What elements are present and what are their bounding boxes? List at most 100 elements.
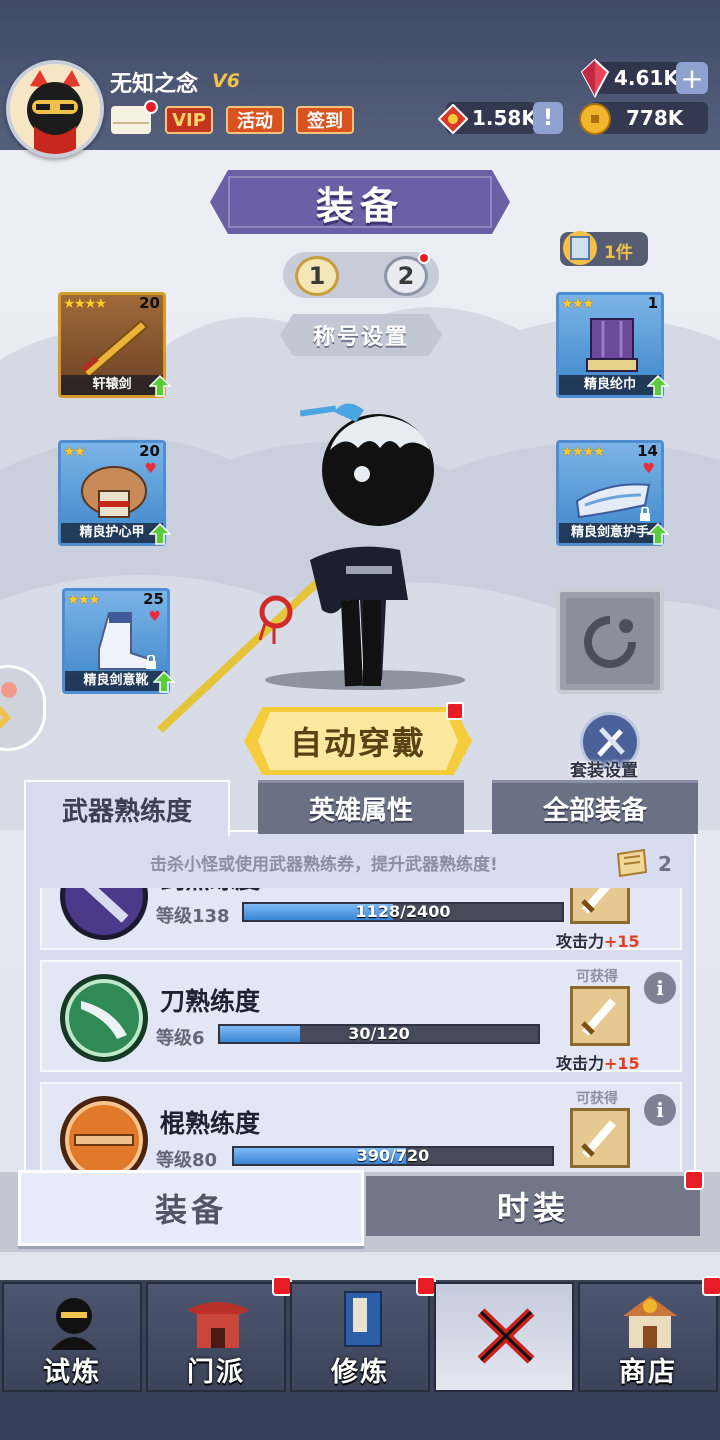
boots-stars: ★★★ [67, 592, 101, 608]
staff-mastery-icon [60, 1096, 148, 1176]
mastery-progress-bar: 390/720 [232, 1146, 554, 1166]
shop-icon [623, 1296, 677, 1348]
vip-level-badge: V6 [212, 70, 240, 92]
mastery-row-blade[interactable]: 刀熟练度 等级6 30/120 可获得 i 攻击力+15 [40, 960, 682, 1073]
scroll-icon [563, 231, 597, 265]
tab-all-equipment[interactable]: 全部装备 [492, 780, 698, 834]
player-name: 无知之念 [110, 72, 199, 97]
mastery-progress-text: 30/120 [348, 1024, 410, 1043]
mastery-level: 等级80 [156, 1150, 218, 1171]
mastery-level: 等级138 [156, 906, 230, 927]
set-setting-label: 套装设置 [570, 761, 638, 781]
event-button[interactable]: 活动 [226, 106, 284, 134]
mail-notification-dot [144, 100, 158, 114]
mastery-attack-bonus: 攻击力+15 [556, 1054, 640, 1073]
tokens-info-button[interactable]: ! [533, 102, 563, 134]
scroll-count: 1件 [604, 243, 633, 263]
page-title: 装备 [315, 183, 404, 228]
refresh-icon [584, 616, 636, 668]
mastery-hint: 击杀小怪或使用武器熟练券，提升武器熟练度! [150, 855, 498, 875]
obtainable-label: 可获得 [576, 1091, 618, 1107]
nav-label: 商店 [619, 1357, 677, 1388]
coin-icon [579, 103, 611, 135]
nav-label: 试炼 [43, 1357, 101, 1388]
hat-icon [586, 318, 638, 372]
nav-trial[interactable]: 试炼 [2, 1282, 142, 1392]
nav-cultivate-notification-dot [416, 1276, 436, 1296]
secret-book-icon [344, 1291, 382, 1347]
mastery-row-staff[interactable]: 棍熟练度 等级80 390/720 可获得 i [40, 1082, 682, 1176]
token-icon [438, 104, 468, 134]
mastery-attack-bonus: 攻击力+15 [556, 932, 640, 951]
nav-shop[interactable]: 商店 [578, 1282, 718, 1392]
gems-amount: 4.61K [614, 66, 679, 90]
gem-icon [580, 58, 610, 98]
auto-equip-notification-dot [446, 702, 464, 720]
mastery-ticket-count: 2 [658, 852, 672, 876]
reward-sword-icon[interactable] [570, 888, 630, 924]
ninja-icon [51, 1298, 97, 1350]
nav-equipment-active[interactable] [434, 1282, 574, 1392]
nav-label: 门派 [187, 1357, 245, 1388]
temple-icon [187, 1302, 249, 1348]
mastery-level: 等级6 [156, 1028, 205, 1049]
auto-equip-label: 自动穿戴 [289, 724, 426, 762]
player-avatar[interactable] [6, 60, 104, 158]
nav-shop-notification-dot [702, 1276, 720, 1296]
wrist-guard-slot[interactable]: ★★★★ 14 ♥ 精良剑意护手 [556, 440, 669, 546]
tab-weapon-mastery[interactable]: 武器熟练度 [24, 780, 230, 836]
mastery-list[interactable]: 剑熟练度 等级138 1128/2400 攻击力+15 刀熟练度 等级6 30/… [40, 888, 682, 1176]
reward-sword-icon[interactable] [570, 986, 630, 1046]
equipment-tab[interactable]: 装备 [18, 1170, 364, 1246]
mastery-row-sword[interactable]: 剑熟练度 等级138 1128/2400 攻击力+15 [40, 888, 682, 951]
reward-sword-icon[interactable] [570, 1108, 630, 1168]
crossed-swords-icon [477, 1308, 535, 1364]
lock-icon [640, 507, 650, 521]
upgrade-arrow-icon [647, 523, 669, 545]
system-bottom-bar [0, 1396, 720, 1440]
weapon-stars: ★★★★ [63, 296, 107, 312]
weapon-level: 20 [139, 294, 160, 312]
hat-name: 精良纶巾 [559, 375, 661, 395]
nav-cultivate[interactable]: 修炼 [290, 1282, 430, 1392]
sword-icon [81, 319, 149, 379]
equipment-page-1-button[interactable]: 1 [295, 256, 339, 296]
info-icon[interactable]: i [644, 972, 676, 1004]
empty-equipment-slot[interactable] [556, 588, 664, 694]
hat-slot[interactable]: ★★★ 1 精良纶巾 [556, 292, 669, 398]
armor-stars: ★★ [63, 444, 86, 460]
fashion-tab[interactable]: 时装 [366, 1176, 700, 1236]
hat-level: 1 [647, 294, 658, 312]
mastery-progress-text: 1128/2400 [355, 902, 451, 921]
blade-mastery-icon [60, 974, 148, 1062]
mastery-name: 棍熟练度 [160, 1109, 261, 1138]
upgrade-arrow-icon [647, 375, 669, 397]
info-icon[interactable]: i [644, 1094, 676, 1126]
coins-amount: 778K [626, 106, 684, 130]
auto-equip-button[interactable]: 自动穿戴 [244, 707, 472, 775]
chest-armor-icon [81, 466, 147, 518]
weapon-slot[interactable]: ★★★★ 20 轩辕剑 [58, 292, 171, 398]
tokens-amount: 1.58K [472, 106, 537, 130]
nav-sect[interactable]: 门派 [146, 1282, 286, 1392]
wrist-name: 精良剑意护手 [559, 523, 661, 543]
nav-sect-notification-dot [272, 1276, 292, 1296]
wrist-stars: ★★★★ [561, 444, 605, 460]
wrist-level: 14 [637, 442, 658, 460]
signin-button[interactable]: 签到 [296, 106, 354, 134]
page-2-notification-dot [418, 252, 430, 264]
title-setting-button[interactable]: 称号设置 [280, 314, 442, 356]
mastery-progress-text: 390/720 [356, 1146, 430, 1165]
add-gems-button[interactable]: + [676, 62, 708, 95]
mastery-progress-bar: 30/120 [218, 1024, 540, 1044]
sword-mastery-icon [60, 888, 148, 940]
mastery-progress-bar: 1128/2400 [242, 902, 564, 922]
mastery-name: 剑熟练度 [160, 888, 260, 896]
star-icon [0, 682, 17, 730]
fashion-notification-dot [684, 1170, 704, 1190]
mastery-ticket-icon [616, 848, 648, 878]
armor-name: 精良护心甲 [61, 523, 163, 543]
vip-button[interactable]: VIP [165, 106, 213, 134]
obtainable-label: 可获得 [576, 969, 618, 985]
tab-hero-attributes[interactable]: 英雄属性 [258, 780, 464, 834]
